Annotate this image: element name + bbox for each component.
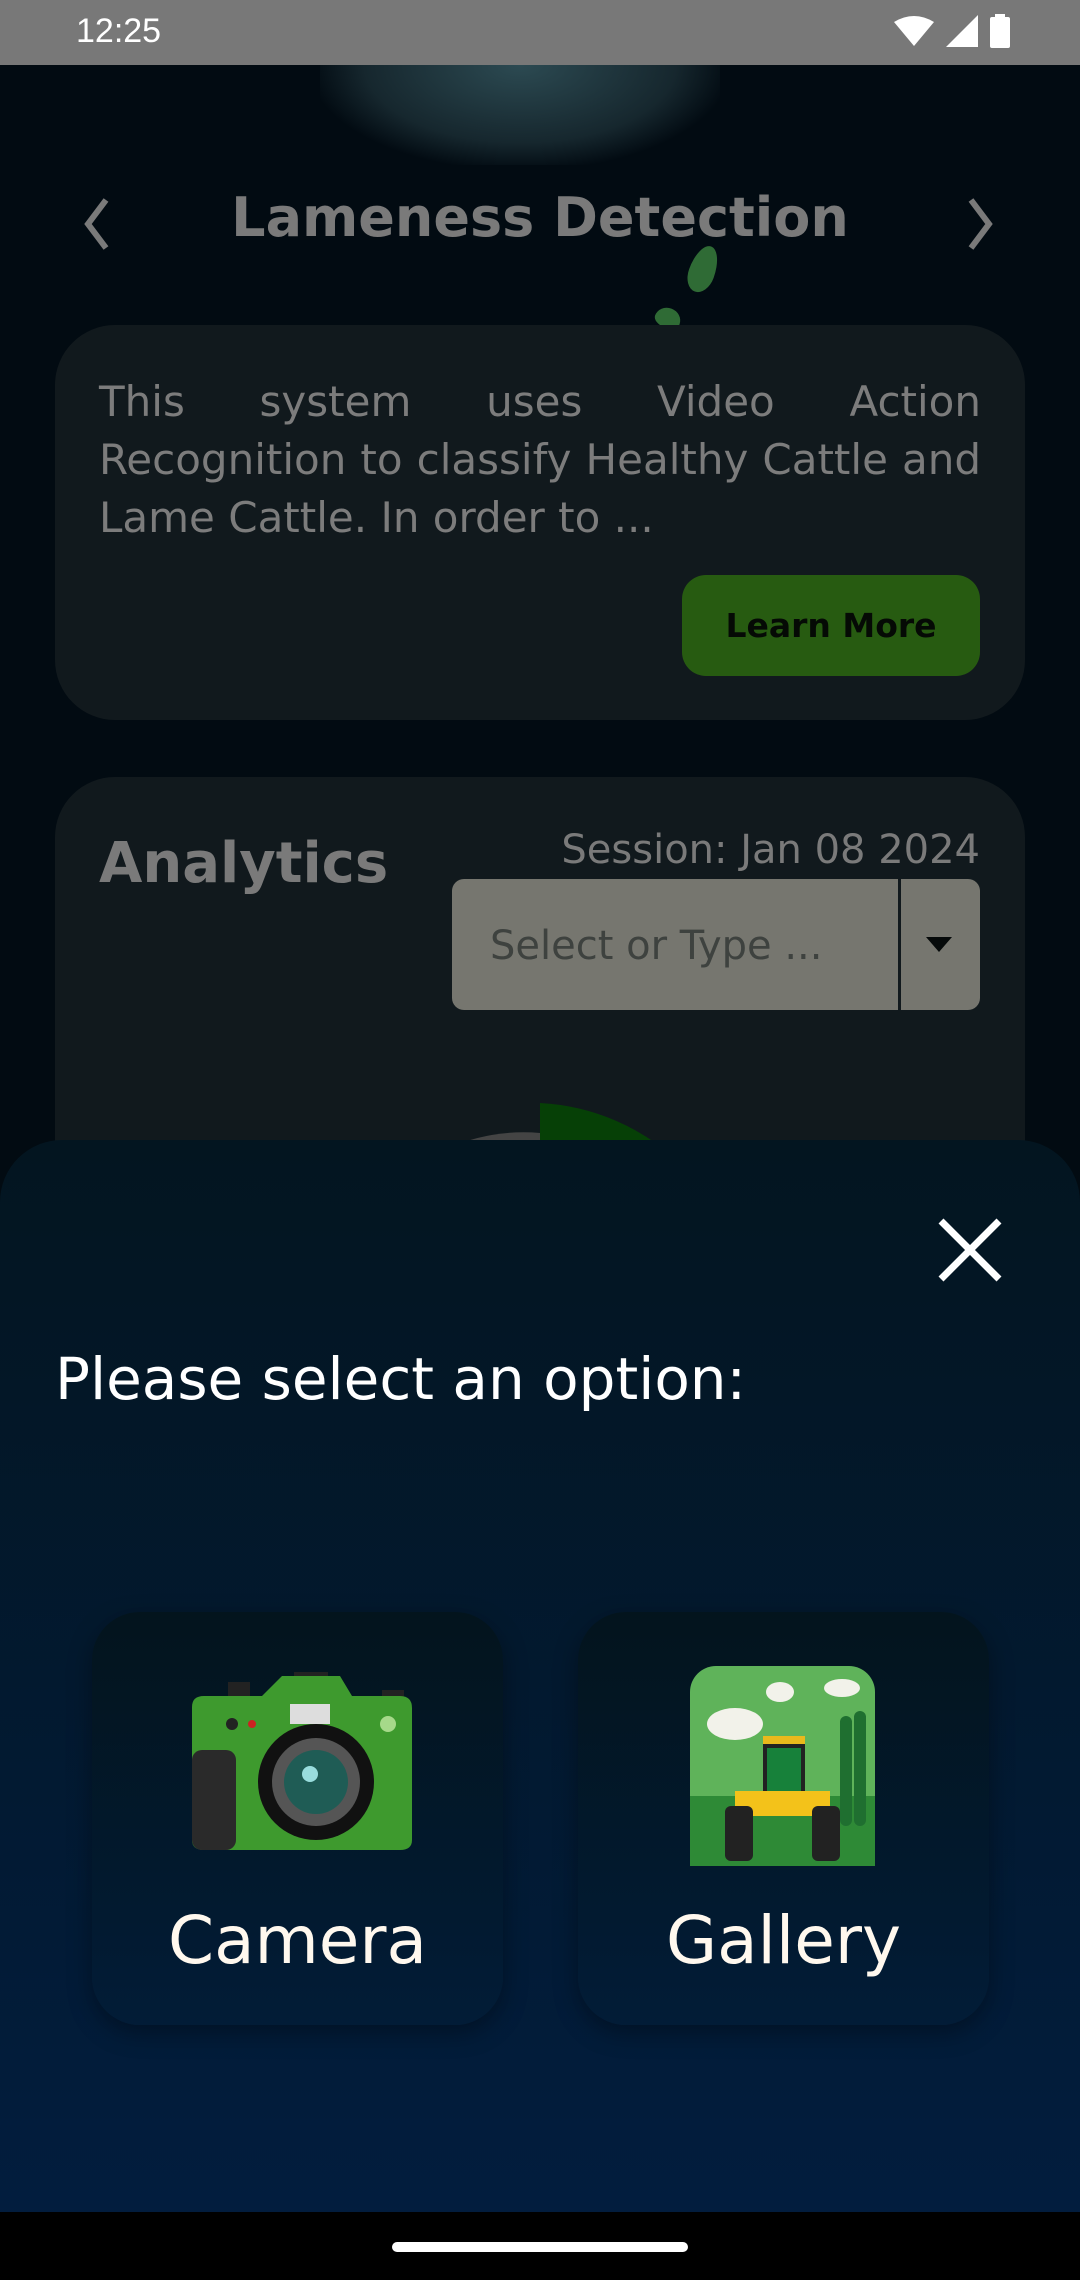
background-art (320, 65, 720, 165)
description-text: This system uses Video Action Recognitio… (99, 377, 981, 542)
header: Lameness Detection (0, 180, 1080, 260)
signal-icon (946, 15, 978, 47)
gallery-option[interactable]: Gallery (578, 1612, 989, 2025)
camera-label: Camera (167, 1902, 427, 1979)
home-handle[interactable] (392, 2242, 688, 2252)
session-label: Session: Jan 08 2024 (561, 827, 980, 873)
page-title: Lameness Detection (231, 186, 849, 249)
navigation-bar (0, 2212, 1080, 2280)
battery-icon (990, 14, 1010, 48)
analytics-title: Analytics (99, 831, 389, 896)
sheet-prompt: Please select an option: (55, 1345, 747, 1413)
camera-option[interactable]: Camera (92, 1612, 503, 2025)
dropdown-placeholder: Select or Type ... (490, 923, 823, 969)
learn-more-button[interactable]: Learn More (682, 575, 980, 676)
dropdown-arrow-icon[interactable] (926, 937, 952, 952)
info-card: This system uses Video Action Recognitio… (55, 325, 1025, 720)
dropdown-divider (898, 879, 901, 1010)
gallery-label: Gallery (665, 1902, 902, 1979)
chevron-right-icon[interactable] (955, 194, 1005, 254)
close-icon[interactable] (935, 1215, 1005, 1285)
status-time: 12:25 (76, 12, 162, 50)
wifi-icon (894, 16, 934, 46)
session-dropdown[interactable]: Select or Type ... (452, 879, 980, 1010)
gallery-tractor-icon (690, 1666, 875, 1866)
status-bar: 12:25 (0, 0, 1080, 65)
camera-icon (192, 1672, 412, 1850)
